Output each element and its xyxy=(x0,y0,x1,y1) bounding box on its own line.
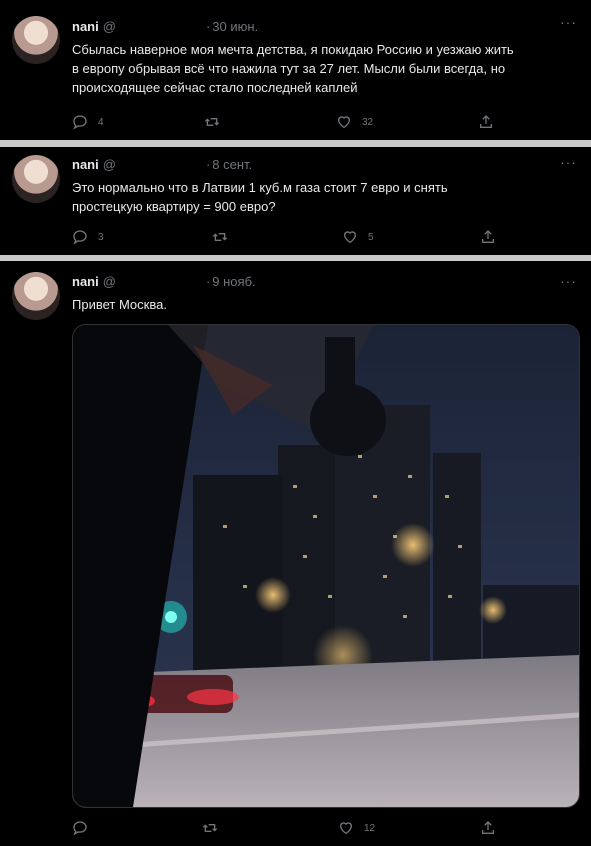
share-button[interactable] xyxy=(478,114,504,130)
user-handle[interactable]: @ xyxy=(103,157,116,172)
share-icon xyxy=(480,115,492,128)
tweet-actions: 4 32 xyxy=(72,114,492,134)
tweet-text-line: простецкую квартиру = 900 евро? xyxy=(72,199,276,214)
retweet-icon xyxy=(202,824,218,832)
tweet-photo[interactable] xyxy=(72,324,580,808)
display-name[interactable]: nani xyxy=(72,157,99,172)
share-icon xyxy=(482,230,494,243)
tweet-text-line: происходящее сейчас стало последней капл… xyxy=(72,80,358,95)
heart-icon xyxy=(343,231,357,244)
tweet-1[interactable]: nani @ · 30 июн. ··· Сбылась наверное моя м… xyxy=(0,0,591,140)
like-button[interactable]: 5 xyxy=(342,229,374,245)
night-city-photo xyxy=(73,325,579,807)
avatar[interactable] xyxy=(12,16,60,64)
share-button[interactable] xyxy=(480,820,506,836)
tweet-actions: 12 xyxy=(72,820,494,840)
user-handle[interactable]: @ xyxy=(103,274,116,289)
retweet-button[interactable] xyxy=(204,114,230,130)
like-button[interactable]: 32 xyxy=(336,114,373,130)
heart-icon xyxy=(339,822,353,835)
avatar[interactable] xyxy=(12,155,60,203)
dot-separator: · xyxy=(205,157,211,172)
tweet-actions: 3 5 xyxy=(72,229,494,249)
display-name[interactable]: nani xyxy=(72,19,99,34)
tweet-text-line: Привет Москва. xyxy=(72,297,167,312)
retweet-button[interactable] xyxy=(212,229,238,245)
dot-separator: · xyxy=(205,19,211,34)
avatar[interactable] xyxy=(12,272,60,320)
tweet-text-line: Это нормально что в Латвии 1 куб.м газа … xyxy=(72,180,448,195)
dot-separator: · xyxy=(205,274,211,289)
reply-count: 4 xyxy=(98,116,104,128)
retweet-icon xyxy=(212,233,228,241)
tweet-date[interactable]: 9 нояб. xyxy=(212,274,255,289)
tweet-2[interactable]: nani @ · 8 сент. ··· Это нормально что в Ла… xyxy=(0,147,591,255)
retweet-button[interactable] xyxy=(202,820,228,836)
speech-bubble-icon xyxy=(73,230,87,245)
user-handle[interactable]: @ xyxy=(103,19,116,34)
more-dots-icon[interactable]: ··· xyxy=(560,273,577,289)
tweet-header: nani @ · 8 сент. xyxy=(72,157,252,172)
like-button[interactable]: 12 xyxy=(338,820,375,836)
tweet-header: nani @ · 30 июн. xyxy=(72,19,258,34)
speech-bubble-icon xyxy=(73,821,87,836)
tweet-text: Привет Москва. xyxy=(72,295,572,314)
heart-icon xyxy=(337,116,351,129)
screenshot-separator xyxy=(0,140,591,147)
reply-button[interactable]: 4 xyxy=(72,114,104,130)
tweet-text: Сбылась наверное моя мечта детства, я по… xyxy=(72,40,572,97)
reply-button[interactable] xyxy=(72,820,98,836)
reply-button[interactable]: 3 xyxy=(72,229,104,245)
like-count: 32 xyxy=(362,116,374,128)
like-count: 12 xyxy=(364,822,376,834)
speech-bubble-icon xyxy=(73,115,87,130)
tweet-text-line: в европу обрывая всё что нажила тут за 2… xyxy=(72,61,506,76)
tweet-text-line: Сбылась наверное моя мечта детства, я по… xyxy=(72,42,514,57)
more-dots-icon[interactable]: ··· xyxy=(560,154,577,170)
retweet-icon xyxy=(204,118,220,126)
tweet-header: nani @ · 9 нояб. xyxy=(72,274,256,289)
tweet-date[interactable]: 30 июн. xyxy=(212,19,258,34)
display-name[interactable]: nani xyxy=(72,274,99,289)
tweet-date[interactable]: 8 сент. xyxy=(212,157,252,172)
like-count: 5 xyxy=(368,231,374,243)
share-button[interactable] xyxy=(480,229,506,245)
more-dots-icon[interactable]: ··· xyxy=(560,14,577,30)
share-icon xyxy=(482,821,494,834)
tweet-text: Это нормально что в Латвии 1 куб.м газа … xyxy=(72,178,572,216)
reply-count: 3 xyxy=(98,231,104,243)
